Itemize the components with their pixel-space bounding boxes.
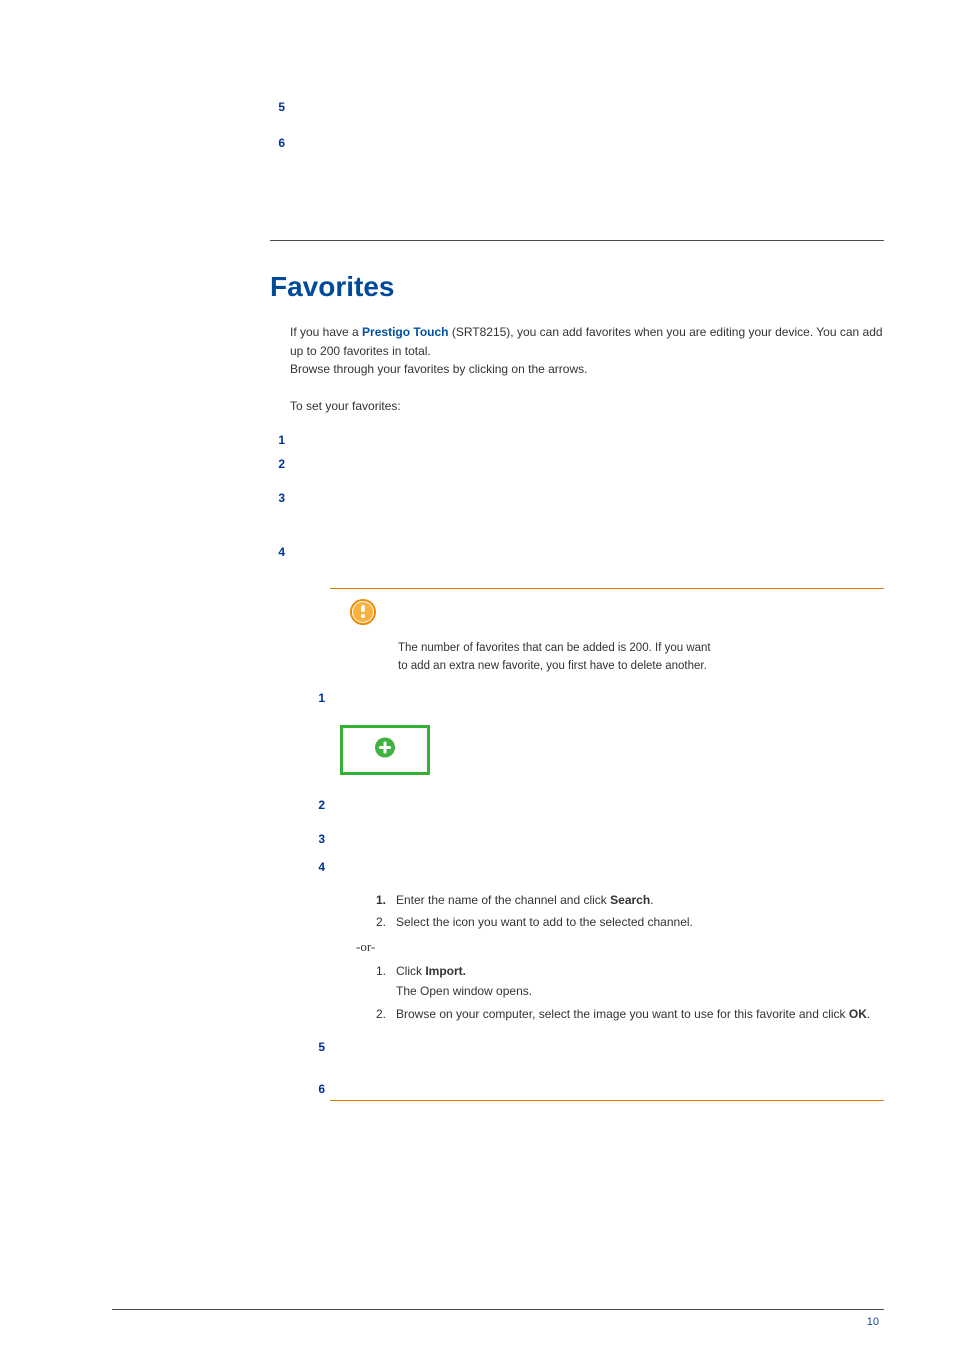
sublist-a-marker-1: 1. bbox=[358, 890, 396, 910]
inner-step-1-row: 1 bbox=[310, 691, 884, 715]
sublist-b-item2-post: . bbox=[867, 1007, 870, 1021]
sublist-b-item1: 1. Click Import. The Open window opens. bbox=[358, 961, 884, 1002]
nested-content: The number of favorites that can be adde… bbox=[310, 588, 884, 1101]
outer-step-3: 3 bbox=[265, 491, 285, 505]
tip-text: The number of favorites that can be adde… bbox=[398, 640, 884, 676]
inner-step-5-row: 5 bbox=[310, 1040, 884, 1064]
leading-step-numbers: 5 6 bbox=[270, 100, 884, 170]
add-favorite-box bbox=[340, 725, 430, 775]
sublist-a-item2-text: Select the icon you want to add to the s… bbox=[396, 912, 693, 932]
footer-rule bbox=[112, 1309, 884, 1310]
inner-step-3-row: 3 bbox=[310, 832, 884, 856]
sublist-a-item2: 2. Select the icon you want to add to th… bbox=[358, 912, 884, 932]
sublist-b: 1. Click Import. The Open window opens. … bbox=[358, 961, 884, 1024]
brand-name: Prestigo Touch bbox=[362, 325, 448, 339]
outer-step-2: 2 bbox=[265, 457, 285, 471]
page-number: 10 bbox=[867, 1316, 879, 1328]
section-divider-top bbox=[270, 240, 884, 241]
intro-paragraph: If you have a Prestigo Touch (SRT8215), … bbox=[290, 323, 884, 379]
sublist-b-item2-bold: OK bbox=[849, 1007, 867, 1021]
sublist-b-item1-text: Click Import. The Open window opens. bbox=[396, 961, 532, 1002]
sublist-b-item2-text: Browse on your computer, select the imag… bbox=[396, 1004, 870, 1024]
step-number-5: 5 bbox=[265, 100, 285, 114]
sublist-a-item1: 1. Enter the name of the channel and cli… bbox=[358, 890, 884, 910]
intro-line2: Browse through your favorites by clickin… bbox=[290, 362, 587, 376]
step-number-6: 6 bbox=[265, 136, 285, 150]
outer-step-4: 4 bbox=[265, 545, 285, 559]
tip-block: The number of favorites that can be adde… bbox=[330, 588, 884, 676]
sublist-b-marker-2: 2. bbox=[358, 1004, 396, 1024]
sublist-a-item1-text: Enter the name of the channel and click … bbox=[396, 890, 654, 910]
inner-step-4-row: 4 bbox=[310, 860, 884, 884]
sublist-b-item1-pre: Click bbox=[396, 964, 425, 978]
add-favorite-button-image bbox=[330, 725, 884, 780]
tip-line1: The number of favorites that can be adde… bbox=[398, 642, 711, 654]
intro-pre: If you have a bbox=[290, 325, 362, 339]
main-content: 5 6 Favorites If you have a Prestigo Tou… bbox=[270, 100, 884, 1101]
sublist-a-item1-pre: Enter the name of the channel and click bbox=[396, 893, 610, 907]
sublist-b-marker-1: 1. bbox=[358, 961, 396, 981]
outer-steps: 1 2 3 4 bbox=[270, 433, 884, 573]
inner-step-3: 3 bbox=[305, 832, 325, 846]
sublist-a-marker-2: 2. bbox=[358, 912, 396, 932]
sublist-a-item1-post: . bbox=[650, 893, 653, 907]
section-heading: Favorites bbox=[270, 271, 884, 303]
inner-step-4: 4 bbox=[305, 860, 325, 874]
sublist-a-item1-bold: Search bbox=[610, 893, 650, 907]
sublist-b-item2: 2. Browse on your computer, select the i… bbox=[358, 1004, 884, 1024]
tip-line2: to add an extra new favorite, you first … bbox=[398, 660, 707, 672]
sublist-b-item1-sub: The Open window opens. bbox=[396, 984, 532, 998]
inner-step-5: 5 bbox=[305, 1040, 325, 1054]
tip-icon bbox=[350, 599, 884, 630]
sublist-a: 1. Enter the name of the channel and cli… bbox=[358, 890, 884, 933]
tip-rule-bottom bbox=[330, 1100, 884, 1101]
sublist-b-item2-pre: Browse on your computer, select the imag… bbox=[396, 1007, 849, 1021]
or-separator: -or- bbox=[356, 939, 884, 955]
lead-in-text: To set your favorites: bbox=[290, 397, 884, 416]
inner-step-6: 6 bbox=[305, 1082, 325, 1096]
inner-step-2: 2 bbox=[305, 798, 325, 812]
plus-icon bbox=[374, 737, 396, 764]
sublist-b-item1-bold: Import. bbox=[425, 964, 466, 978]
inner-step-6-row: 6 bbox=[310, 1082, 884, 1094]
inner-step-1: 1 bbox=[305, 691, 325, 705]
inner-step-2-row: 2 bbox=[310, 798, 884, 822]
tip-rule-top bbox=[330, 588, 884, 589]
outer-step-1: 1 bbox=[265, 433, 285, 447]
